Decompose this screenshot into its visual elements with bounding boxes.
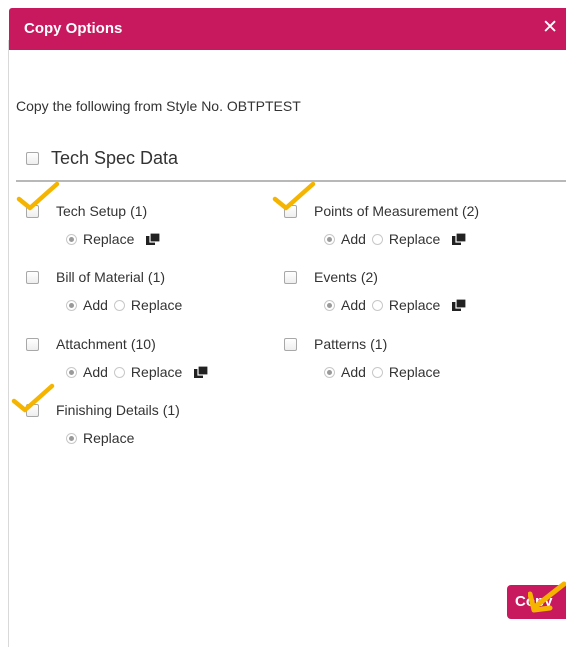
item-finishing-details: Finishing Details (1) [26,402,180,418]
item-count: (10) [130,336,156,352]
radio-label: Replace [388,297,441,313]
item-checkbox[interactable] [26,204,39,218]
radio-label: Add [83,364,108,380]
radio-replace[interactable] [113,366,125,378]
item-count: (1) [147,269,166,285]
radio-replace[interactable] [371,299,383,311]
copy-source-text: Copy the following from Style No. OBTPTE… [16,98,301,114]
item-label: Attachment [56,336,127,352]
item-label: Tech Setup [56,203,127,219]
item-attachment: Attachment (10) [26,336,156,352]
item-label: Points of Measurement [314,203,458,219]
radio-label: Add [341,297,366,313]
item-label: Bill of Material [56,269,144,285]
item-checkbox[interactable] [26,337,39,351]
radio-label: Add [341,364,366,380]
item-label: Events [314,269,357,285]
item-checkbox[interactable] [284,270,297,284]
item-bill-of-material: Bill of Material (1) [26,269,165,285]
copy-icon[interactable] [146,233,161,245]
radio-label: Replace [388,364,441,380]
item-checkbox[interactable] [284,337,297,351]
item-count: (2) [360,269,378,285]
close-icon[interactable]: ✕ [542,17,558,39]
copy-button[interactable]: Copy [507,585,566,619]
radio-label: Replace [130,297,183,313]
dialog-title: Copy Options [24,20,123,37]
item-points-of-measurement: Points of Measurement (2) [284,203,479,219]
radio-label: Replace [388,231,441,247]
radio-add[interactable] [324,366,335,378]
radio-label: Replace [83,231,135,247]
item-checkbox[interactable] [284,204,297,218]
item-options-finishing-details: Replace [66,430,134,446]
radio-label: Add [83,297,108,313]
item-options-patterns: Add Replace [324,364,440,380]
radio-add[interactable] [66,299,77,311]
radio-replace[interactable] [66,233,77,245]
item-events: Events (2) [284,269,378,285]
dialog-header: Copy Options ✕ [9,8,566,50]
item-options-points-of-measurement: Add Replace [324,231,467,247]
item-checkbox[interactable] [26,403,39,417]
radio-label: Add [341,231,366,247]
radio-replace[interactable] [371,233,383,245]
item-count: (1) [162,402,180,418]
radio-add[interactable] [66,366,77,378]
radio-replace[interactable] [113,299,125,311]
copy-icon[interactable] [452,299,467,311]
item-options-attachment: Add Replace [66,364,209,380]
item-checkbox[interactable] [26,270,39,284]
radio-replace[interactable] [371,366,383,378]
radio-add[interactable] [324,233,335,245]
item-tech-setup: Tech Setup (1) [26,203,147,219]
copy-icon[interactable] [452,233,467,245]
item-count: (1) [370,336,388,352]
section-title: Tech Spec Data [51,148,179,168]
section-divider [16,180,566,182]
section-checkbox[interactable] [26,152,39,165]
item-count: (1) [130,203,148,219]
item-label: Finishing Details [56,402,159,418]
item-options-events: Add Replace [324,297,467,313]
item-label: Patterns [314,336,367,352]
section-tech-spec-data: Tech Spec Data [26,148,178,169]
radio-add[interactable] [324,299,335,311]
radio-label: Replace [83,430,135,446]
dialog-left-border [8,40,9,647]
item-options-bill-of-material: Add Replace [66,297,182,313]
item-options-tech-setup: Replace [66,231,161,247]
copy-options-dialog: Copy Options ✕ Copy the following from S… [0,0,566,647]
copy-icon[interactable] [194,366,209,378]
radio-label: Replace [130,364,183,380]
item-count: (2) [461,203,480,219]
radio-replace[interactable] [66,432,77,444]
item-patterns: Patterns (1) [284,336,387,352]
